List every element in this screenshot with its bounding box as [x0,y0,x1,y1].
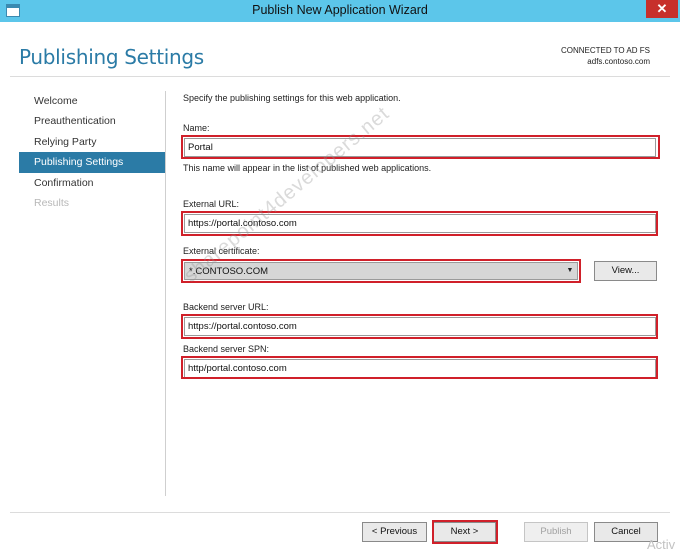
name-field[interactable]: Portal [184,138,656,157]
step-publishing-settings[interactable]: Publishing Settings [19,152,165,173]
backend-spn-label: Backend server SPN: [183,344,270,354]
step-relying-party[interactable]: Relying Party [19,132,165,152]
external-certificate-label: External certificate: [183,246,260,256]
connection-label: CONNECTED TO AD FS [560,46,650,55]
connection-host: adfs.contoso.com [587,57,650,66]
wizard-steps: Welcome Preauthentication Relying Party … [19,91,165,213]
step-confirmation[interactable]: Confirmation [19,173,165,193]
next-button[interactable]: Next > [433,522,496,542]
name-hint: This name will appear in the list of pub… [183,163,432,173]
backend-spn-field[interactable]: http/portal.contoso.com [184,359,656,378]
publish-button: Publish [524,522,588,542]
external-certificate-value: *.CONTOSO.COM [189,266,268,277]
name-label: Name: [183,123,210,133]
title-bar: Publish New Application Wizard ✕ [0,0,680,22]
vertical-divider [165,91,166,496]
window-title: Publish New Application Wizard [252,3,428,17]
external-url-label: External URL: [183,199,240,209]
step-welcome[interactable]: Welcome [19,91,165,111]
header-divider [10,76,670,77]
page-title: Publishing Settings [19,45,204,69]
external-certificate-select[interactable]: *.CONTOSO.COM ▼ [184,262,578,280]
footer-divider [10,512,670,513]
previous-button[interactable]: < Previous [362,522,427,542]
watermark: sharepoint4developers.net [180,102,394,287]
intro-text: Specify the publishing settings for this… [183,93,401,103]
activate-windows-text: Activ [647,537,676,552]
dropdown-arrow-icon[interactable]: ▼ [564,264,576,278]
step-results: Results [34,196,70,209]
external-url-field[interactable]: https://portal.contoso.com [184,214,656,233]
step-preauthentication[interactable]: Preauthentication [19,111,165,131]
close-button[interactable]: ✕ [646,0,678,18]
backend-url-label: Backend server URL: [183,302,269,312]
backend-url-field[interactable]: https://portal.contoso.com [184,317,656,336]
view-certificate-button[interactable]: View... [594,261,657,281]
